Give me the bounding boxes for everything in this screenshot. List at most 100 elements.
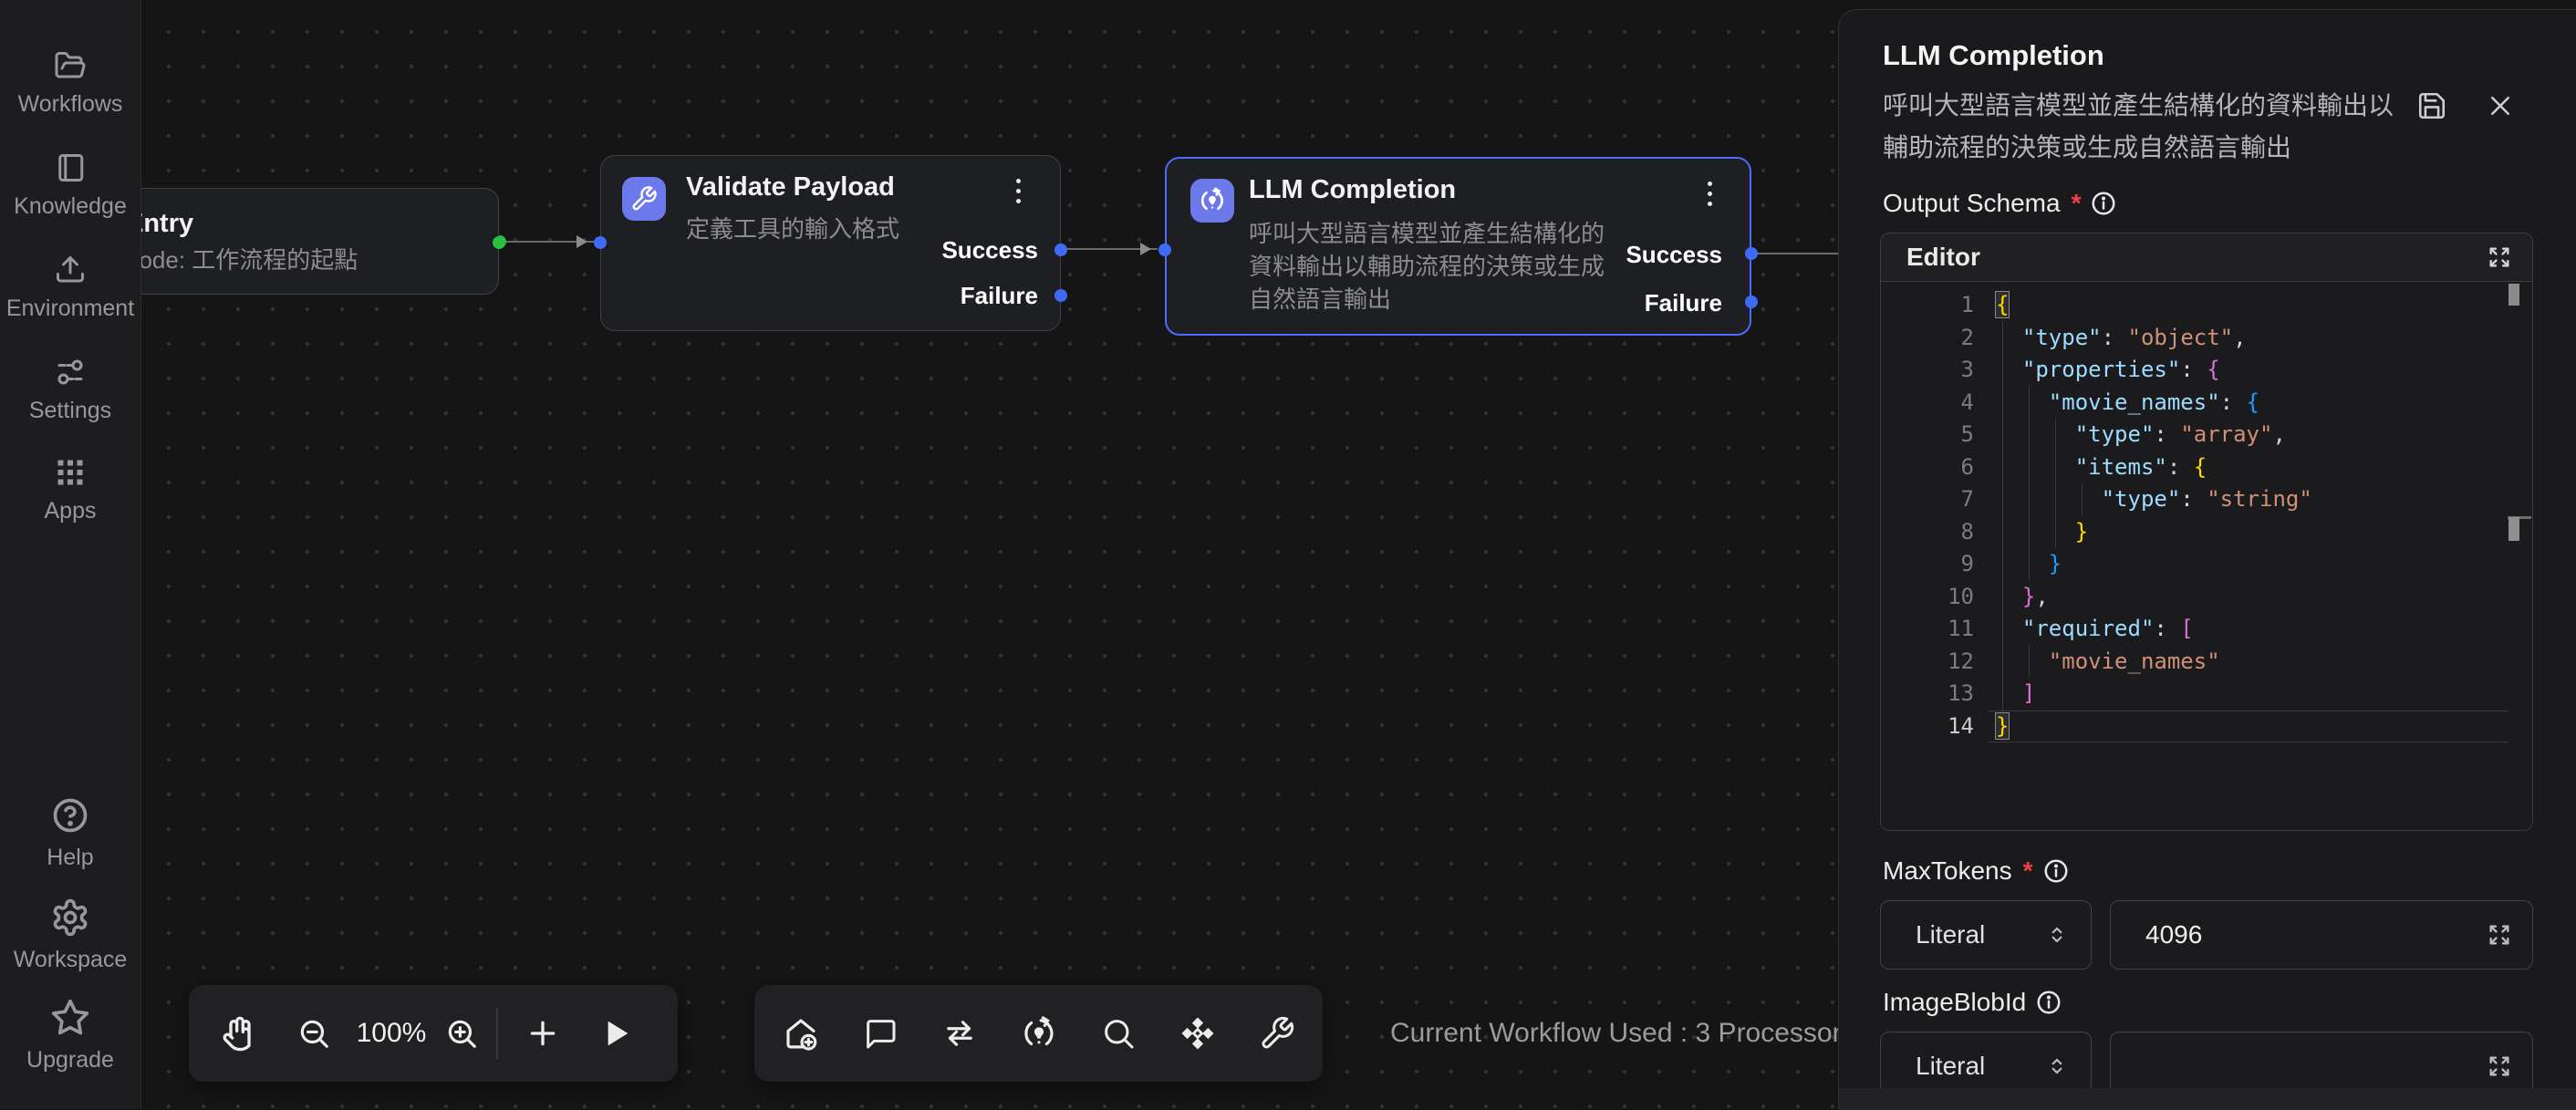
edge-arrow-icon <box>576 235 587 248</box>
node-title: Validate Payload <box>686 172 895 202</box>
node-llm-completion[interactable]: LLM Completion 呼叫大型語言模型並產生結構化的資料輸出以輔助流程的… <box>1165 157 1751 336</box>
sidebar-item-label: Apps <box>45 498 97 524</box>
required-asterisk: * <box>2023 856 2033 886</box>
line-number: 10 <box>1881 581 1974 614</box>
close-icon[interactable] <box>2487 92 2514 119</box>
add-node-icon[interactable] <box>782 1014 820 1053</box>
node-menu-icon[interactable] <box>1696 175 1723 212</box>
info-icon[interactable] <box>2042 857 2070 885</box>
tools-toolbar <box>754 985 1323 1082</box>
node-menu-icon[interactable] <box>1004 172 1032 209</box>
chevron-updown-icon <box>2045 923 2069 947</box>
zoom-in-icon[interactable] <box>444 1016 479 1051</box>
max-tokens-input[interactable]: 4096 <box>2110 900 2533 970</box>
sidebar-item-apps[interactable]: Apps <box>0 456 140 524</box>
failure-port[interactable] <box>1054 289 1067 302</box>
overview-ruler-marker <box>2508 517 2519 541</box>
sliders-icon <box>54 356 87 389</box>
field-label: ImageBlobId <box>1883 988 2026 1017</box>
toolbar-divider <box>496 1008 498 1059</box>
node-config-panel: LLM Completion 呼叫大型語言模型並產生結構化的資料輸出以輔助流程的… <box>1838 9 2576 1109</box>
expand-icon[interactable] <box>2487 1053 2512 1079</box>
input-port[interactable] <box>594 236 607 249</box>
node-subtitle: node: 工作流程的起點 <box>126 244 358 276</box>
panel-bottom-band <box>1839 1088 2576 1110</box>
expand-icon[interactable] <box>2487 922 2512 948</box>
sidebar-item-label: Workspace <box>14 947 128 973</box>
success-port[interactable] <box>1054 244 1067 256</box>
port-label-success: Success <box>941 236 1038 265</box>
failure-port[interactable] <box>1745 296 1758 308</box>
grid-icon <box>54 456 87 489</box>
move-diamond-icon[interactable] <box>1179 1014 1217 1053</box>
help-circle-icon <box>50 795 90 835</box>
sidebar-item-environment[interactable]: Environment <box>0 254 140 322</box>
llm-cycle-icon <box>1190 179 1234 223</box>
current-line-highlight <box>1989 711 2508 743</box>
success-port[interactable] <box>1745 247 1758 260</box>
input-port[interactable] <box>1158 244 1171 256</box>
line-number: 6 <box>1881 451 1974 484</box>
line-number: 7 <box>1881 483 1974 516</box>
editor-scrollbar[interactable] <box>2508 284 2519 306</box>
sidebar-item-label: Knowledge <box>14 193 127 220</box>
sidebar-item-knowledge[interactable]: Knowledge <box>0 151 140 220</box>
field-label: Output Schema <box>1883 189 2061 218</box>
chevron-updown-icon <box>2045 1054 2069 1078</box>
select-value: Literal <box>1916 920 2045 949</box>
sidebar-item-label: Workflows <box>18 91 123 118</box>
editor-header: Editor <box>1881 233 2532 282</box>
line-number: 9 <box>1881 548 1974 581</box>
zoom-toolbar: 100% <box>189 985 678 1082</box>
node-title: LLM Completion <box>1249 175 1456 205</box>
json-code-editor[interactable]: 1{2 "type": "object",3 "properties": {4 … <box>1881 282 2532 830</box>
line-number: 13 <box>1881 678 1974 711</box>
sidebar-item-settings[interactable]: Settings <box>0 356 140 424</box>
line-number: 1 <box>1881 289 1974 322</box>
node-subtitle: 呼叫大型語言模型並產生結構化的資料輸出以輔助流程的決策或生成自然語言輸出 <box>1249 217 1625 316</box>
select-value: Literal <box>1916 1052 2045 1081</box>
sidebar-item-workflows[interactable]: Workflows <box>0 49 140 118</box>
sidebar-item-label: Environment <box>6 296 134 322</box>
edge-arrow-icon <box>1140 243 1151 255</box>
panel-title: LLM Completion <box>1883 39 2104 72</box>
add-plus-icon[interactable] <box>525 1015 561 1052</box>
book-icon <box>54 151 87 184</box>
node-subtitle: 定義工具的輸入格式 <box>686 213 899 245</box>
node-validate-payload[interactable]: Validate Payload 定義工具的輸入格式 Success Failu… <box>600 155 1061 331</box>
zoom-level: 100% <box>346 1018 437 1049</box>
save-icon[interactable] <box>2416 90 2447 121</box>
folder-icon <box>54 49 87 82</box>
port-label-success: Success <box>1626 241 1722 269</box>
run-play-icon[interactable] <box>597 1015 634 1052</box>
wrench-icon[interactable] <box>1259 1015 1295 1052</box>
output-schema-label-row: Output Schema * <box>1883 189 2117 218</box>
line-number: 8 <box>1881 516 1974 549</box>
wrench-icon <box>622 177 666 221</box>
line-number: 2 <box>1881 322 1974 355</box>
upload-icon <box>54 254 87 286</box>
entry-output-port[interactable] <box>493 236 505 249</box>
info-icon[interactable] <box>2090 190 2117 217</box>
field-label: MaxTokens <box>1883 856 2012 886</box>
line-number: 12 <box>1881 646 1974 679</box>
sidebar-item-upgrade[interactable]: Upgrade <box>0 998 140 1074</box>
workflow-usage-text: Current Workflow Used : 3 Processors <box>1390 1018 1855 1049</box>
transfer-icon[interactable] <box>940 1014 979 1053</box>
zoom-out-icon[interactable] <box>296 1016 331 1051</box>
max-tokens-type-select[interactable]: Literal <box>1880 900 2092 970</box>
image-blob-label-row: ImageBlobId <box>1883 988 2062 1017</box>
sidebar-item-label: Settings <box>29 398 111 424</box>
expand-icon[interactable] <box>2487 244 2512 270</box>
sidebar-item-help[interactable]: Help <box>0 795 140 871</box>
llm-cycle-icon[interactable] <box>1020 1014 1058 1053</box>
port-label-failure: Failure <box>1645 289 1722 317</box>
panel-description: 呼叫大型語言模型並產生結構化的資料輸出以輔助流程的決策或生成自然語言輸出 <box>1883 85 2401 169</box>
star-icon <box>50 998 90 1038</box>
search-icon[interactable] <box>1100 1015 1137 1052</box>
sidebar-item-workspace[interactable]: Workspace <box>0 897 140 973</box>
info-icon[interactable] <box>2035 989 2062 1016</box>
pan-hand-icon[interactable] <box>222 1015 258 1052</box>
port-label-failure: Failure <box>961 282 1038 310</box>
comment-icon[interactable] <box>862 1015 898 1052</box>
